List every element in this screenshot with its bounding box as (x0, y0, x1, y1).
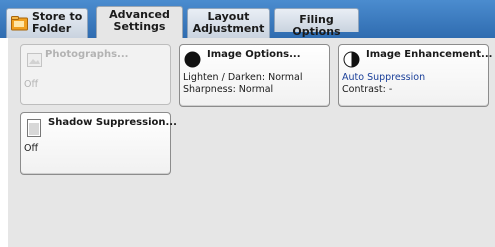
tab-store-to-folder[interactable]: Store to Folder (6, 8, 88, 38)
image-options-button[interactable]: Image Options... Lighten / Darken: Norma… (179, 44, 330, 107)
document-icon (27, 119, 41, 137)
options-panel: Photographs... Off Image Options... Ligh… (8, 38, 495, 247)
tab-filing-options[interactable]: Filing Options (274, 8, 359, 38)
image-options-lighten-darken: Lighten / Darken: Normal (183, 72, 303, 83)
black-circle-icon (184, 51, 201, 68)
image-enhancement-contrast: Contrast: - (342, 84, 393, 95)
tab-advanced-label-line2: Settings (113, 20, 166, 33)
image-enhancement-button[interactable]: Image Enhancement... Auto Suppression Co… (338, 44, 493, 107)
image-options-sharpness: Sharpness: Normal (183, 84, 274, 95)
image-enhancement-title: Image Enhancement... (366, 49, 493, 60)
photographs-value: Off (24, 79, 39, 90)
photographs-button[interactable]: Photographs... Off (20, 44, 171, 105)
image-enhancement-auto-suppression: Auto Suppression (342, 72, 426, 83)
shadow-suppression-value: Off (24, 143, 39, 154)
folder-icon (11, 16, 28, 31)
tab-store-label-line2: Folder (32, 22, 72, 35)
tab-layout-label-line2: Adjustment (192, 22, 265, 35)
shadow-suppression-button[interactable]: Shadow Suppression... Off (20, 112, 177, 175)
tab-bar: Store to Folder Advanced Settings Layout… (0, 0, 495, 39)
photographs-title: Photographs... (45, 49, 129, 60)
tab-filing-label: Filing Options (292, 13, 341, 38)
tab-advanced-settings[interactable]: Advanced Settings (96, 6, 183, 39)
photo-icon (27, 53, 42, 67)
tab-layout-adjustment[interactable]: Layout Adjustment (187, 8, 270, 38)
image-options-title: Image Options... (207, 49, 301, 60)
half-circle-icon (343, 51, 360, 68)
screen: Store to Folder Advanced Settings Layout… (0, 0, 495, 247)
shadow-suppression-title: Shadow Suppression... (48, 117, 177, 128)
